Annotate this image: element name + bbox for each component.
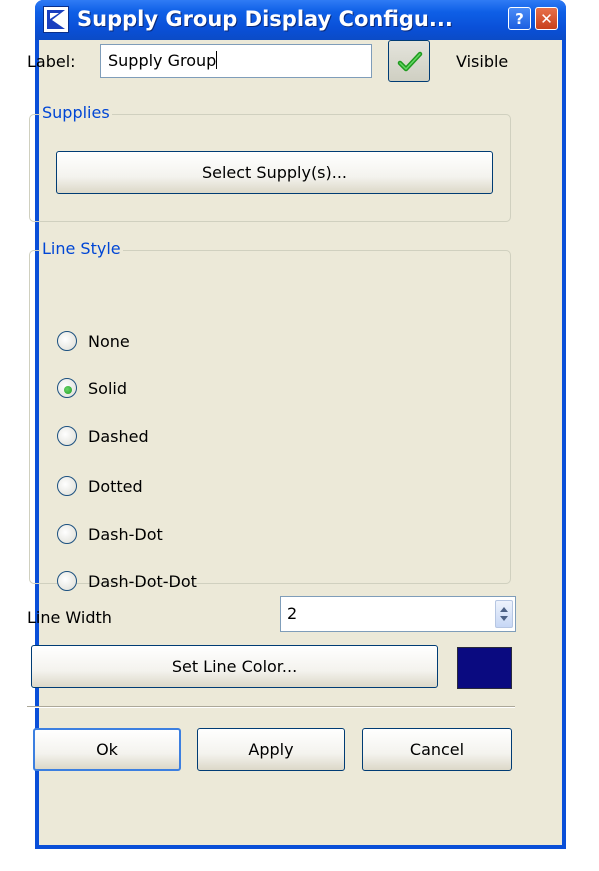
apply-button[interactable]: Apply (197, 728, 345, 771)
cancel-button[interactable]: Cancel (362, 728, 512, 771)
set-line-color-button[interactable]: Set Line Color... (31, 645, 438, 688)
visible-label: Visible (456, 52, 509, 71)
dialog-content: Label: Supply Group Visible Supplies Sel… (0, 0, 599, 871)
radio-circle (57, 378, 77, 398)
ok-label: Ok (96, 740, 118, 759)
select-supplies-label: Select Supply(s)... (201, 163, 348, 182)
radio-label: None (88, 332, 130, 351)
radio-label: Dash-Dot-Dot (88, 572, 197, 591)
line-style-group-title: Line Style (40, 239, 123, 258)
line-color-swatch[interactable] (457, 647, 512, 689)
visible-toggle-button[interactable] (388, 40, 430, 82)
radio-circle (57, 426, 77, 446)
radio-label: Dash-Dot (88, 525, 163, 544)
cancel-label: Cancel (409, 740, 465, 759)
radio-circle (57, 331, 77, 351)
select-supplies-button[interactable]: Select Supply(s)... (56, 151, 493, 194)
radio-circle (57, 476, 77, 496)
ok-button[interactable]: Ok (33, 728, 181, 771)
supplies-group-title: Supplies (40, 103, 112, 122)
label-caption: Label: (27, 52, 76, 71)
text-caret (216, 51, 218, 69)
line-width-label: Line Width (27, 608, 112, 627)
label-input-value: Supply Group (108, 51, 217, 70)
radio-label: Dashed (88, 427, 149, 446)
radio-label: Solid (88, 379, 127, 398)
line-width-spinner[interactable]: 2 (280, 596, 516, 632)
checkmark-icon (397, 51, 423, 72)
radio-selected-dot (64, 386, 72, 394)
spinner-arrows-icon[interactable] (495, 600, 513, 628)
radio-label: Dotted (88, 477, 143, 496)
set-line-color-label: Set Line Color... (171, 657, 298, 676)
line-width-value: 2 (287, 604, 298, 623)
radio-circle (57, 524, 77, 544)
radio-circle (57, 571, 77, 591)
separator (27, 706, 515, 708)
apply-label: Apply (248, 740, 294, 759)
label-input[interactable]: Supply Group (100, 44, 372, 78)
